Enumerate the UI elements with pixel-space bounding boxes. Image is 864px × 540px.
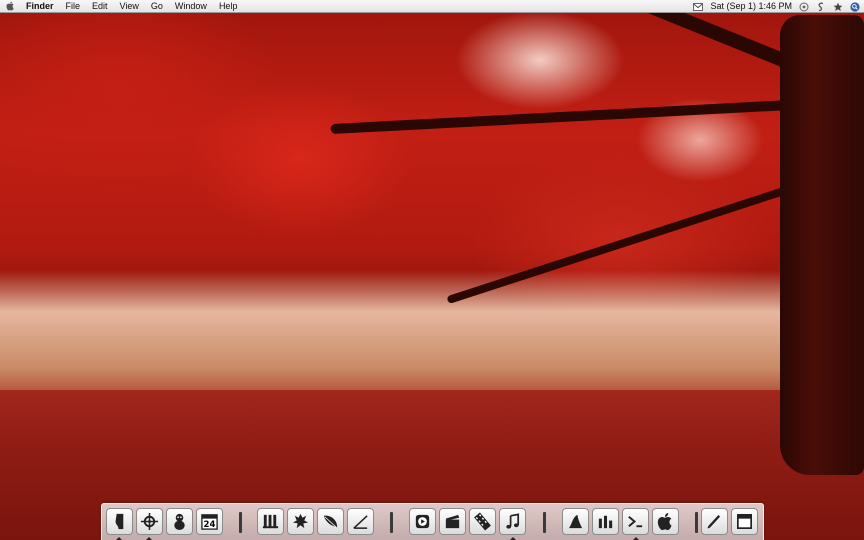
dock: 24: [101, 503, 764, 540]
menu-clock[interactable]: Sat (Sep 1) 1:46 PM: [710, 0, 792, 13]
ical-icon[interactable]: 24: [196, 508, 223, 535]
apple-menu-icon[interactable]: [0, 0, 20, 13]
menu-edit[interactable]: Edit: [86, 0, 114, 13]
menu-app-finder[interactable]: Finder: [20, 0, 60, 13]
menu-help[interactable]: Help: [213, 0, 244, 13]
dock-separator: [543, 512, 546, 533]
dock-separator: [390, 512, 393, 533]
sierra-icon[interactable]: [562, 508, 589, 535]
window-icon[interactable]: [731, 508, 758, 535]
dictionary-icon[interactable]: [257, 508, 284, 535]
dock-separator: [695, 512, 698, 533]
adium-icon[interactable]: [166, 508, 193, 535]
editor-icon[interactable]: [347, 508, 374, 535]
sync-icon[interactable]: [799, 2, 809, 12]
menu-file[interactable]: File: [60, 0, 87, 13]
quicktime-icon[interactable]: [409, 508, 436, 535]
film-icon[interactable]: [469, 508, 496, 535]
apple-icon[interactable]: [652, 508, 679, 535]
itunes-icon[interactable]: [499, 508, 526, 535]
menu-bar: Finder File Edit View Go Window Help Sat…: [0, 0, 864, 13]
menu-items: Finder File Edit View Go Window Help: [20, 0, 243, 13]
menu-go[interactable]: Go: [145, 0, 169, 13]
terminal-icon[interactable]: [622, 508, 649, 535]
network-icon[interactable]: [136, 508, 163, 535]
calendar-day-label: 24: [204, 520, 216, 530]
feather-icon[interactable]: [317, 508, 344, 535]
script-icon[interactable]: [816, 2, 826, 12]
gmail-icon[interactable]: [693, 2, 704, 12]
menu-extras: Sat (Sep 1) 1:46 PM: [693, 0, 860, 13]
spotlight-icon[interactable]: [850, 1, 860, 12]
wallpaper-trunk: [780, 15, 864, 475]
bars-icon[interactable]: [592, 508, 619, 535]
desktop-wallpaper: [0, 0, 864, 540]
clapperboard-icon[interactable]: [439, 508, 466, 535]
textedit-icon[interactable]: [701, 508, 728, 535]
star-icon[interactable]: [833, 2, 843, 12]
wallpaper-meadow: [0, 270, 864, 410]
leaf-app-icon[interactable]: [287, 508, 314, 535]
dock-separator: [239, 512, 242, 533]
finder-icon[interactable]: [106, 508, 133, 535]
menu-window[interactable]: Window: [169, 0, 213, 13]
menu-view[interactable]: View: [114, 0, 145, 13]
